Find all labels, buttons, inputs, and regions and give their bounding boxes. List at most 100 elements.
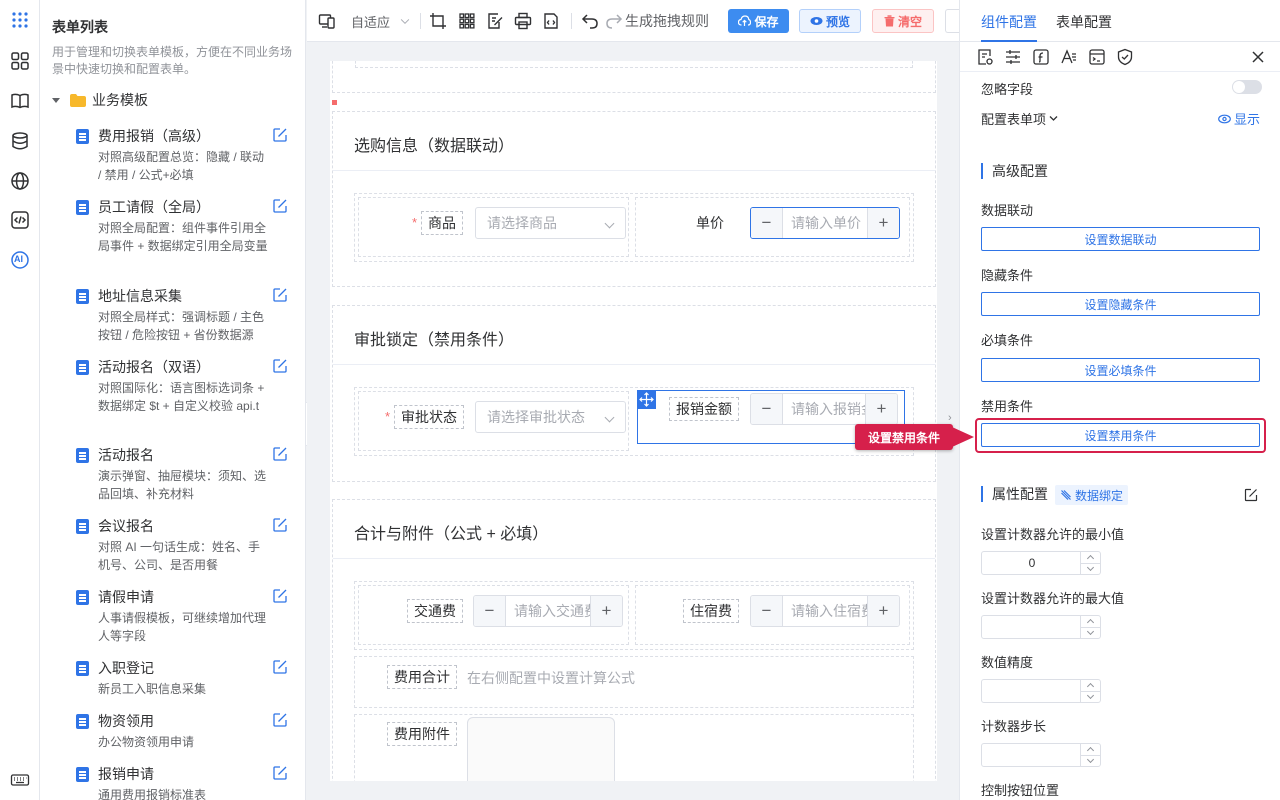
edit-icon[interactable] (272, 287, 288, 303)
form-item[interactable]: 住宿费 − 请输入住宿费 + (635, 585, 910, 645)
ignore-field-switch[interactable] (1232, 80, 1262, 94)
product-select[interactable]: 请选择商品 (475, 207, 626, 239)
sliders-icon[interactable] (1004, 48, 1022, 66)
minus-icon[interactable]: − (751, 596, 783, 626)
approval-status-select[interactable]: 请选择审批状态 (475, 401, 626, 433)
chevron-up-icon[interactable] (1086, 746, 1095, 755)
edit-icon[interactable] (1244, 488, 1258, 502)
overflow-button[interactable] (945, 9, 959, 33)
chevron-up-icon[interactable] (1086, 554, 1095, 563)
step-input[interactable] (981, 743, 1101, 767)
amount-input[interactable]: − 请输入报销金额 + (750, 393, 898, 425)
form-item[interactable]: 费用附件 (354, 714, 914, 781)
chevron-down-icon[interactable] (1086, 563, 1095, 572)
close-icon[interactable] (1249, 48, 1267, 66)
edit-icon[interactable] (272, 446, 288, 462)
preview-button[interactable]: 预览 (799, 9, 861, 33)
show-link[interactable]: 显示 (1218, 109, 1260, 128)
tab-component-config[interactable]: 组件配置 (981, 12, 1037, 32)
template-sub: 对照全局配置：组件事件引用全局事件 + 数据绑定引用全局变量 (98, 221, 268, 253)
code-window-icon[interactable] (1088, 48, 1106, 66)
edit-icon[interactable] (272, 588, 288, 604)
move-icon (639, 392, 654, 407)
edit-doc-icon[interactable] (486, 11, 504, 31)
folder-icon (70, 93, 86, 107)
generate-rules-button[interactable]: 生成拖拽规则 (625, 11, 709, 31)
clear-button[interactable]: 清空 (872, 9, 934, 33)
set-hidden-condition-button[interactable]: 设置隐藏条件 (981, 292, 1260, 316)
crop-icon[interactable] (429, 11, 447, 31)
print-icon[interactable] (514, 11, 532, 31)
caret-down-icon[interactable] (52, 97, 60, 103)
drag-handle[interactable] (637, 390, 656, 409)
chevron-up-icon[interactable] (1086, 682, 1095, 691)
section-divider (333, 170, 935, 171)
code-icon[interactable] (9, 209, 31, 231)
grid-icon[interactable] (458, 11, 476, 31)
form-section-partial[interactable] (332, 61, 936, 93)
form-item[interactable]: 费用合计 在右侧配置中设置计算公式 (354, 656, 914, 708)
spinner[interactable] (1080, 552, 1100, 574)
file-code-icon[interactable] (542, 11, 560, 31)
max-value-input[interactable] (981, 615, 1101, 639)
min-value-input[interactable]: 0 (981, 551, 1101, 575)
config-items-toggle[interactable]: 配置表单项 (981, 109, 1059, 128)
apps-icon[interactable] (9, 50, 31, 72)
chevron-down-icon[interactable] (1086, 755, 1095, 764)
redo-icon[interactable] (605, 11, 623, 31)
unit-price-input[interactable]: − 请输入单价 + (750, 207, 900, 239)
plus-icon[interactable]: + (865, 394, 897, 424)
set-required-condition-button[interactable]: 设置必填条件 (981, 358, 1260, 382)
save-button[interactable]: 保存 (728, 9, 789, 33)
transport-fee-input[interactable]: − 请输入交通费 + (473, 595, 623, 627)
edit-icon[interactable] (272, 198, 288, 214)
plus-icon[interactable]: + (867, 596, 899, 626)
layout-mode-select[interactable]: 自适应 (351, 11, 412, 31)
chevron-up-icon[interactable] (1086, 618, 1095, 627)
function-icon[interactable] (1032, 48, 1050, 66)
chevron-down-icon[interactable] (1086, 691, 1095, 700)
form-section[interactable]: 审批锁定（禁用条件） * 审批状态 请选择审批状态 报销金额 − 请输入报销 + (332, 305, 936, 482)
edit-icon[interactable] (272, 765, 288, 781)
spinner[interactable] (1080, 616, 1100, 638)
form-section[interactable]: 合计与附件（公式 + 必填） 交通费 − 请输入交通费 + 住宿费 − 请输入住… (332, 499, 936, 781)
precision-input[interactable] (981, 679, 1101, 703)
database-icon[interactable] (9, 130, 31, 152)
plus-icon[interactable]: + (590, 596, 622, 626)
edit-icon[interactable] (272, 127, 288, 143)
form-settings-icon[interactable] (976, 48, 994, 66)
set-data-linkage-button[interactable]: 设置数据联动 (981, 227, 1260, 251)
edit-icon[interactable] (272, 659, 288, 675)
edit-icon[interactable] (272, 517, 288, 533)
edit-icon[interactable] (272, 712, 288, 728)
form-item[interactable]: 交通费 − 请输入交通费 + (358, 585, 629, 645)
spinner[interactable] (1080, 680, 1100, 702)
book-icon[interactable] (9, 90, 31, 112)
chevron-down-icon[interactable] (1086, 627, 1095, 636)
apps-grid-icon[interactable] (9, 9, 31, 31)
globe-icon[interactable] (9, 170, 31, 192)
device-icon[interactable] (318, 11, 336, 31)
minus-icon[interactable]: − (751, 394, 783, 424)
template-sub: 办公物资领用申请 (98, 735, 195, 749)
ai-icon[interactable]: AI (9, 249, 31, 271)
undo-icon[interactable] (581, 11, 599, 31)
folder-business-templates[interactable]: 业务模板 (52, 90, 148, 110)
shield-check-icon[interactable] (1116, 48, 1134, 66)
form-item[interactable]: * 商品 请选择商品 (358, 197, 629, 257)
form-item[interactable]: 单价 − 请输入单价 + (635, 197, 910, 257)
chevron-right-icon: › (948, 412, 952, 424)
minus-icon[interactable]: − (751, 208, 783, 238)
font-style-icon[interactable] (1060, 48, 1078, 66)
plus-icon[interactable]: + (867, 208, 899, 238)
form-item[interactable]: * 审批状态 请选择审批状态 (358, 391, 629, 451)
tab-form-config[interactable]: 表单配置 (1056, 12, 1112, 32)
lodging-fee-input[interactable]: − 请输入住宿费 + (750, 595, 900, 627)
minus-icon[interactable]: − (474, 596, 506, 626)
keyboard-icon[interactable] (9, 769, 31, 791)
form-section[interactable]: 选购信息（数据联动） * 商品 请选择商品 单价 − 请输入单价 + (332, 111, 936, 287)
data-binding-badge[interactable]: 数据绑定 (1055, 485, 1129, 505)
spinner[interactable] (1080, 744, 1100, 766)
attachment-upload[interactable] (467, 717, 615, 781)
edit-icon[interactable] (272, 358, 288, 374)
